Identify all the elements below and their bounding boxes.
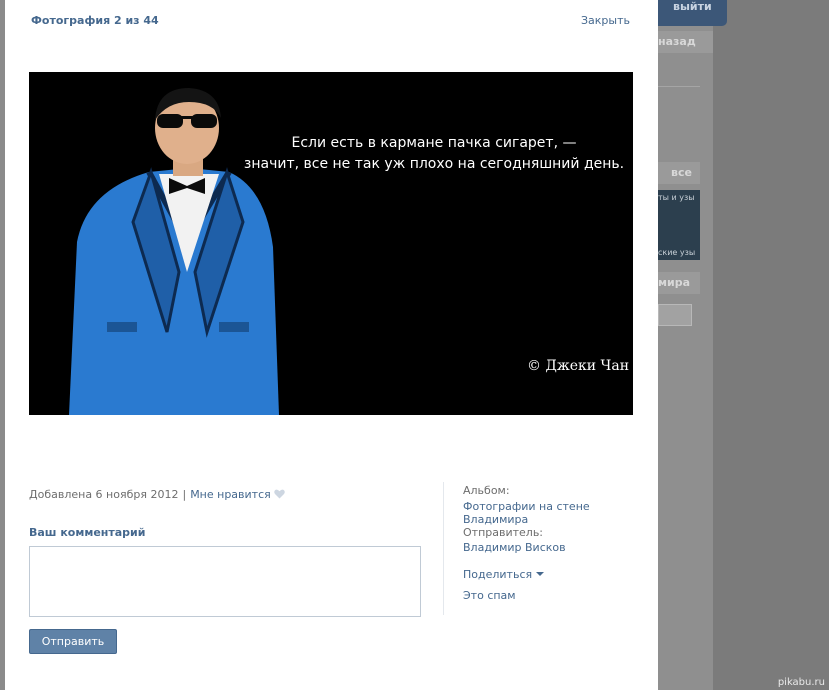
photo[interactable]: Если есть в кармане пачка сигарет, — зна… <box>29 72 633 415</box>
photo-viewer-modal: Фотография 2 из 44 Закрыть Если есть в к… <box>5 0 658 690</box>
sender-link[interactable]: Владимир Висков <box>463 541 566 554</box>
share-link[interactable]: Поделиться <box>463 568 532 581</box>
background-column <box>658 0 713 690</box>
logout-button[interactable]: выйти <box>658 0 727 26</box>
quote-line-1: Если есть в кармане пачка сигарет, — <box>291 135 577 151</box>
share-menu[interactable]: Поделиться <box>463 568 545 581</box>
background-divider <box>658 86 700 87</box>
meta-separator: | <box>182 488 187 501</box>
photo-quote: Если есть в кармане пачка сигарет, — зна… <box>239 133 629 175</box>
photo-meta: Добавлена 6 ноября 2012 | Мне нравится <box>29 488 285 501</box>
background-section-header: мира <box>658 272 700 294</box>
send-button[interactable]: Отправить <box>29 629 117 654</box>
photo-counter-title: Фотография 2 из 44 <box>31 14 159 27</box>
quote-line-2: значит, все не так уж плохо на сегодняшн… <box>243 156 625 172</box>
heart-icon[interactable] <box>274 489 285 499</box>
like-link[interactable]: Мне нравится <box>190 488 271 501</box>
chevron-down-icon[interactable] <box>536 572 545 576</box>
thumbnail-bottom-text: ские узы <box>658 248 696 257</box>
quote-author: © Джеки Чан <box>527 358 630 374</box>
close-link[interactable]: Закрыть <box>581 14 630 27</box>
comment-textarea[interactable] <box>29 546 421 617</box>
album-link[interactable]: Фотографии на стене Владимира <box>463 500 658 526</box>
comment-label: Ваш комментарий <box>29 526 146 539</box>
thumbnail-top-text: ты и узы <box>658 193 695 202</box>
all-link[interactable]: все <box>658 162 700 184</box>
back-link[interactable]: назад <box>658 31 713 53</box>
side-divider <box>443 482 444 615</box>
added-date: Добавлена 6 ноября 2012 <box>29 488 179 501</box>
album-label: Альбом: <box>463 484 510 497</box>
spam-link[interactable]: Это спам <box>463 589 516 602</box>
sender-label: Отправитель: <box>463 526 544 539</box>
watermark: pikabu.ru <box>777 677 825 688</box>
background-input[interactable] <box>658 304 692 326</box>
background-thumbnail[interactable]: ты и узы ские узы <box>658 190 700 260</box>
